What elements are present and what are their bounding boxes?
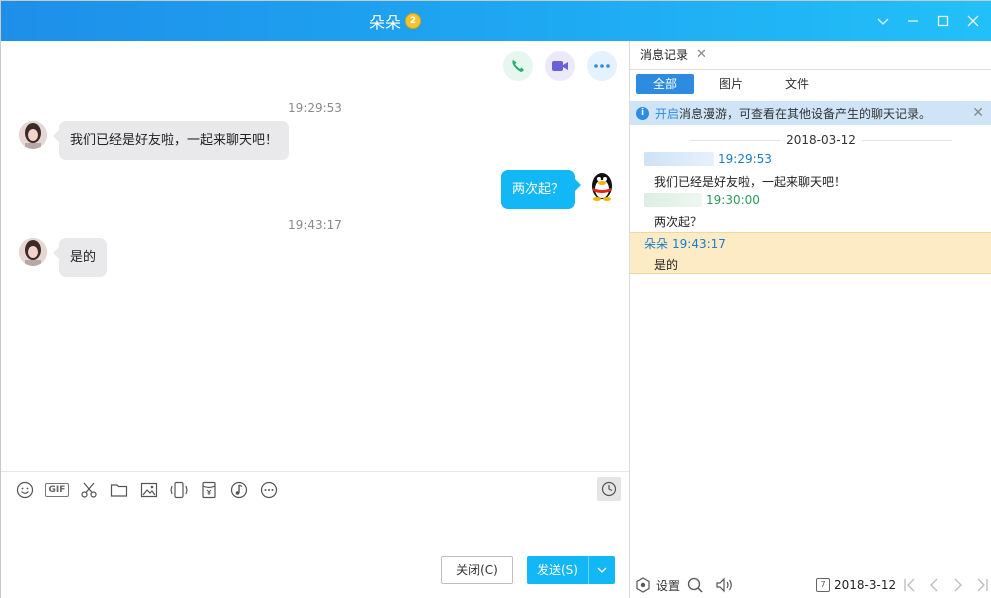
divider [862, 140, 952, 141]
roaming-notice: i 开启 消息漫游，可查看在其他设备产生的聊天记录。 ✕ [630, 101, 991, 125]
more-options-button[interactable] [587, 51, 617, 81]
filter-images[interactable]: 图片 [702, 74, 760, 94]
send-button[interactable]: 发送(S) [527, 556, 615, 584]
search-icon[interactable] [686, 576, 704, 594]
last-page-icon[interactable] [974, 576, 990, 594]
filter-files[interactable]: 文件 [768, 74, 826, 94]
close-tab-icon[interactable]: ✕ [696, 47, 707, 62]
video-call-button[interactable] [545, 51, 575, 81]
notice-text: 消息漫游，可查看在其他设备产生的聊天记录。 [679, 106, 932, 121]
speaker-icon[interactable] [714, 576, 736, 594]
message-bubble-incoming[interactable]: 我们已经是好友啦，一起来聊天吧！ [52, 121, 290, 160]
minimize-button[interactable] [900, 9, 926, 33]
record-header: 19:29:53 [644, 152, 772, 166]
prev-page-icon[interactable] [926, 576, 942, 594]
page-navigation [902, 576, 990, 594]
record-text: 是的 [654, 258, 679, 272]
folder-icon[interactable] [107, 479, 131, 501]
divider [690, 140, 780, 141]
record-time: 19:30:00 [706, 193, 760, 207]
record-time: 19:29:53 [718, 152, 772, 166]
phone-call-button[interactable] [503, 51, 533, 81]
first-page-icon[interactable] [902, 576, 918, 594]
close-window-button[interactable] [960, 9, 986, 33]
emoji-icon[interactable] [13, 479, 37, 501]
record-header: 朵朵 19:43:17 [644, 235, 726, 252]
window-controls [870, 9, 986, 33]
chat-window: 朵朵 2 19:29:53 我们已经是好友啦，一起来聊天吧！ 两次起？ 19:4… [0, 0, 991, 598]
tab-message-history[interactable]: 消息记录 ✕ [630, 41, 712, 69]
message-bubble-incoming[interactable]: 是的 [52, 238, 108, 277]
history-record-highlighted[interactable]: 朵朵 19:43:17 是的 [630, 232, 991, 274]
more-icon [594, 64, 610, 68]
history-panel: 消息记录 ✕ 全部 图片 文件 i 开启 消息漫游，可查看在其他设备产生的聊天记… [630, 41, 991, 598]
chat-panel: 19:29:53 我们已经是好友啦，一起来聊天吧！ 两次起？ 19:43:17 … [1, 41, 630, 598]
gear-icon [634, 576, 652, 594]
filter-tabs: 全部 图片 文件 [636, 74, 826, 94]
next-page-icon[interactable] [950, 576, 966, 594]
history-footer: 设置 7 2018-3-12 [630, 571, 991, 598]
gif-icon: GIF [45, 483, 69, 497]
tab-label: 消息记录 [640, 47, 689, 62]
history-record[interactable]: 19:29:53 我们已经是好友啦，一起来聊天吧！ [630, 152, 991, 196]
dropdown-chevron-icon[interactable] [870, 9, 896, 33]
footer-date: 2018-3-12 [834, 578, 897, 592]
shake-icon[interactable] [167, 479, 191, 501]
date-separator: 2018-03-12 [630, 131, 991, 149]
red-packet-icon[interactable] [197, 479, 221, 501]
input-toolbar: GIF [13, 479, 281, 501]
title-bar: 朵朵 2 [1, 1, 991, 41]
friend-avatar[interactable] [19, 121, 47, 149]
scissors-icon[interactable] [77, 479, 101, 501]
send-label[interactable]: 发送(S) [527, 556, 589, 584]
record-time: 19:43:17 [672, 236, 726, 251]
clock-icon [601, 481, 617, 497]
filter-all[interactable]: 全部 [636, 74, 694, 94]
message-timestamp: 19:43:17 [288, 218, 342, 232]
window-title: 朵朵 [369, 13, 402, 32]
my-avatar-penguin[interactable] [587, 169, 617, 201]
record-text: 我们已经是好友啦，一起来聊天吧！ [654, 175, 847, 189]
more-tools-icon[interactable] [257, 479, 281, 501]
history-date: 2018-03-12 [786, 133, 856, 147]
record-text: 两次起？ [654, 215, 703, 229]
settings-label: 设置 [656, 578, 681, 593]
gif-button[interactable]: GIF [43, 479, 71, 501]
info-icon: i [636, 106, 649, 120]
vip-badge-icon: 2 [405, 13, 422, 29]
redacted-name [644, 152, 714, 166]
send-options-chevron-icon[interactable] [589, 556, 615, 584]
message-list: 19:29:53 我们已经是好友啦，一起来聊天吧！ 两次起？ 19:43:17 … [1, 93, 629, 471]
message-bubble-outgoing[interactable]: 两次起？ [501, 170, 582, 209]
close-notice-icon[interactable]: ✕ [972, 105, 984, 121]
enable-roaming-link[interactable]: 开启 [655, 105, 679, 122]
message-timestamp: 19:29:53 [288, 101, 342, 115]
tab-divider [630, 69, 991, 70]
phone-icon [512, 60, 524, 72]
close-button[interactable]: 关闭(C) [441, 556, 513, 584]
redacted-name [644, 193, 702, 207]
settings-button[interactable]: 设置 [634, 576, 680, 594]
history-record[interactable]: 19:30:00 两次起？ [630, 193, 991, 231]
maximize-button[interactable] [930, 9, 956, 33]
message-input[interactable] [7, 508, 623, 552]
title-group: 朵朵 2 [369, 10, 422, 32]
friend-avatar[interactable] [19, 238, 47, 266]
message-history-button[interactable] [597, 477, 621, 501]
record-sender: 朵朵 [644, 237, 669, 251]
image-icon[interactable] [137, 479, 161, 501]
input-area: GIF 关闭(C) 发送(S) [1, 471, 629, 598]
video-icon [552, 61, 568, 71]
date-picker[interactable]: 7 2018-3-12 [816, 578, 896, 592]
calendar-icon: 7 [816, 578, 830, 592]
call-bar [503, 51, 617, 81]
record-header: 19:30:00 [644, 193, 760, 207]
music-icon[interactable] [227, 479, 251, 501]
